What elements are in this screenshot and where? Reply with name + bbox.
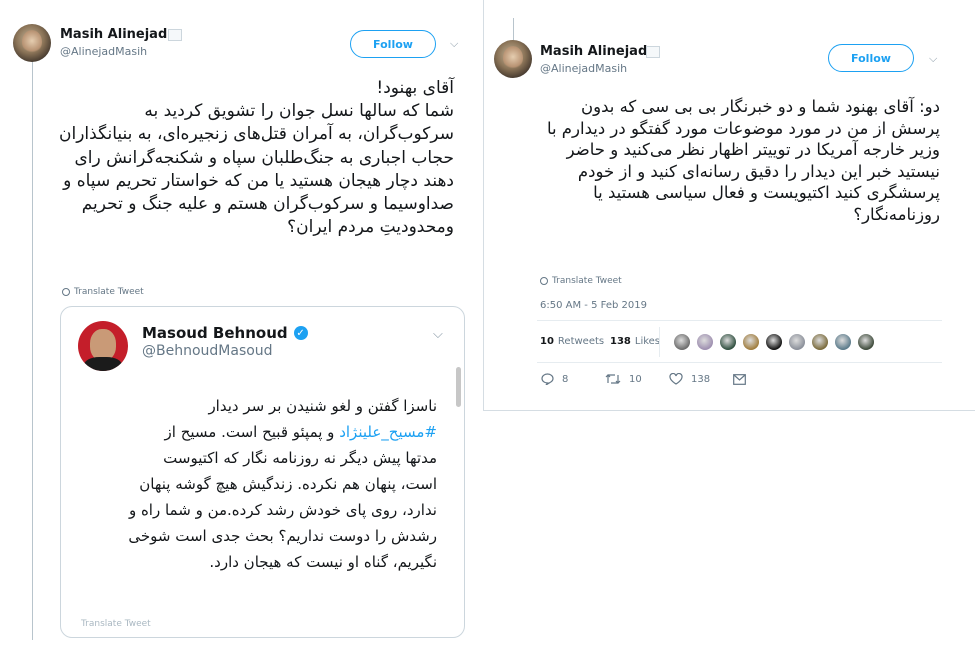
- quoted-author-handle[interactable]: @BehnoudMasoud: [142, 343, 273, 359]
- hashtag-link[interactable]: #مسیح_علینژاد: [339, 423, 437, 441]
- quoted-line-5: ندارد، روی پای خودش رشد کرده.من و شما را…: [128, 501, 437, 519]
- liker-avatar[interactable]: [789, 334, 805, 350]
- author-avatar[interactable]: [13, 24, 51, 62]
- quoted-line-2: #مسیح_علینژاد و پمپئو قبیح است. مسیح از: [75, 419, 437, 445]
- heart-icon: [669, 373, 683, 385]
- quoted-author-name[interactable]: Masoud Behnoud: [142, 324, 288, 342]
- tweet-text: دو: آقای بهنود شما و دو خبرنگار بی بی سی…: [546, 97, 940, 224]
- quoted-author-name-row[interactable]: Masoud Behnoud ✓: [142, 324, 308, 342]
- like-action[interactable]: 138: [669, 373, 710, 385]
- quoted-translate-link[interactable]: Translate Tweet: [81, 619, 151, 629]
- liker-avatar[interactable]: [720, 334, 736, 350]
- liker-avatar[interactable]: [743, 334, 759, 350]
- retweet-icon: [605, 374, 621, 384]
- translate-tweet-link[interactable]: Translate Tweet: [62, 287, 144, 297]
- bottom-border: [483, 410, 975, 411]
- globe-icon: [540, 277, 548, 285]
- panel-border: [483, 0, 484, 410]
- retweets-count: 10: [540, 336, 554, 347]
- envelope-icon: [733, 374, 746, 385]
- retweet-count: 10: [629, 373, 642, 385]
- likes-stat[interactable]: 138 Likes: [610, 336, 660, 347]
- tweet-left: Masih Alinejad @AlinejadMasih Follow ⌵ آ…: [0, 0, 470, 663]
- reply-count: 8: [562, 373, 569, 385]
- direct-message-action[interactable]: [733, 374, 746, 385]
- liker-avatar[interactable]: [858, 334, 874, 350]
- reply-icon: [541, 373, 554, 385]
- liker-avatar[interactable]: [697, 334, 713, 350]
- chevron-down-icon[interactable]: ⌵: [929, 52, 937, 66]
- scrollbar-thumb[interactable]: [456, 367, 461, 407]
- likes-count: 138: [610, 336, 631, 347]
- quoted-tweet[interactable]: Masoud Behnoud ✓ @BehnoudMasoud ⌵ ناسزا …: [60, 306, 465, 638]
- flag-icon: [168, 29, 182, 41]
- divider: [537, 320, 942, 321]
- translate-label[interactable]: Translate Tweet: [74, 287, 144, 297]
- author-name[interactable]: Masih Alinejad: [540, 44, 647, 59]
- author-handle[interactable]: @AlinejadMasih: [60, 45, 147, 58]
- translate-tweet-link[interactable]: Translate Tweet: [540, 276, 622, 286]
- liker-avatar[interactable]: [812, 334, 828, 350]
- liker-avatar[interactable]: [674, 334, 690, 350]
- quoted-line-4: است، پنهان هم نکرده. زندگیش هیچ گوشه پنه…: [139, 475, 437, 493]
- tweet-text: آقای بهنود! شما که سالها نسل جوان را تشو…: [59, 78, 454, 238]
- follow-button[interactable]: Follow: [350, 30, 436, 58]
- chevron-down-icon[interactable]: ⌵: [433, 327, 443, 342]
- quoted-line-2-rest: و پمپئو قبیح است. مسیح از: [164, 423, 340, 441]
- flag-icon: [646, 46, 660, 58]
- stats-separator: [659, 327, 660, 357]
- thread-line: [513, 18, 514, 40]
- likes-label: Likes: [634, 336, 661, 347]
- tweet-right: Masih Alinejad @AlinejadMasih Follow ⌵ د…: [483, 0, 975, 430]
- liker-avatar[interactable]: [835, 334, 851, 350]
- verified-badge-icon: ✓: [293, 326, 308, 340]
- author-handle[interactable]: @AlinejadMasih: [540, 62, 627, 75]
- divider: [537, 362, 942, 363]
- quoted-line-3: مدتها پیش دیگر نه روزنامه نگار که اکتیوس…: [163, 449, 437, 467]
- quoted-line-1: ناسزا گفتن و لغو شنیدن بر سر دیدار: [208, 397, 437, 415]
- quoted-tweet-text: ناسزا گفتن و لغو شنیدن بر سر دیدار #مسیح…: [75, 393, 437, 575]
- translate-label[interactable]: Translate Tweet: [552, 276, 622, 286]
- like-count: 138: [691, 373, 711, 385]
- retweet-action[interactable]: 10: [605, 373, 642, 385]
- quoted-author-avatar[interactable]: [78, 321, 128, 371]
- chevron-down-icon[interactable]: ⌵: [450, 37, 458, 51]
- author-name[interactable]: Masih Alinejad: [60, 27, 167, 42]
- author-avatar[interactable]: [494, 40, 532, 78]
- liker-avatar[interactable]: [766, 334, 782, 350]
- quoted-line-7: نگیریم، گناه او نیست که هیجان دارد.: [209, 553, 437, 571]
- timestamp[interactable]: 6:50 AM - 5 Feb 2019: [540, 300, 647, 311]
- retweets-stat[interactable]: 10 Retweets: [540, 336, 604, 347]
- globe-icon: [62, 288, 70, 296]
- quoted-line-6: رشدش را دوست نداریم؟ بحث جدی است شوخی: [128, 527, 437, 545]
- quoted-translate-label[interactable]: Translate Tweet: [81, 619, 151, 629]
- follow-button[interactable]: Follow: [828, 44, 914, 72]
- retweets-label: Retweets: [557, 336, 605, 347]
- thread-line: [32, 60, 33, 640]
- reply-action[interactable]: 8: [541, 373, 568, 385]
